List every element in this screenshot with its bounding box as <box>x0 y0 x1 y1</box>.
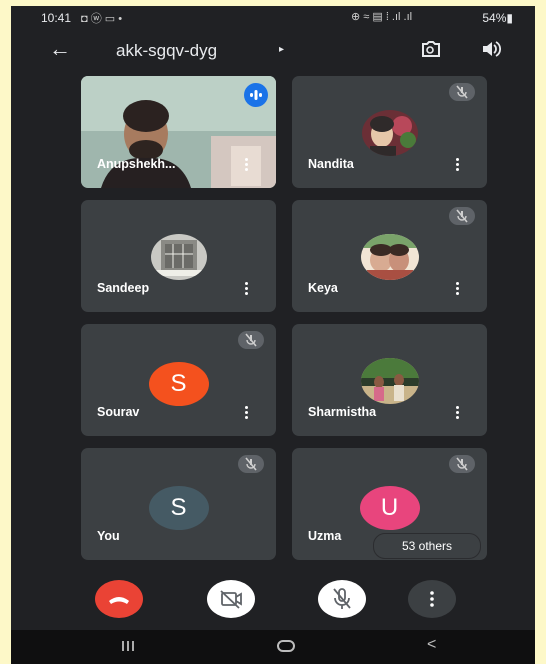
meeting-info-caret-icon[interactable]: ▸ <box>279 44 284 55</box>
participant-photo <box>360 234 419 280</box>
more-options-icon[interactable] <box>242 280 250 298</box>
participant-tile[interactable]: Keya <box>292 200 487 312</box>
participant-name: Sourav <box>97 405 140 419</box>
participant-name: Uzma <box>308 529 342 543</box>
participant-tile[interactable]: Sandeep <box>81 200 276 312</box>
avatar: S <box>148 486 209 530</box>
status-time: 10:41 <box>41 11 72 25</box>
speaking-indicator-icon <box>244 83 268 107</box>
more-options-icon[interactable] <box>242 156 250 174</box>
avatar: S <box>148 362 209 406</box>
nav-back-icon[interactable]: < <box>427 636 436 654</box>
participant-name: Nandita <box>308 157 354 171</box>
switch-camera-icon[interactable] <box>419 38 441 60</box>
mic-off-icon <box>238 455 264 473</box>
participant-tile[interactable]: S Sourav <box>81 324 276 436</box>
participant-name: Sharmistha <box>308 405 377 419</box>
mic-off-icon <box>449 207 475 225</box>
camera-toggle-button[interactable] <box>207 580 255 618</box>
participant-photo <box>361 110 418 156</box>
battery-indicator: 54%▮ <box>482 11 513 25</box>
participant-name: Anupshekh... <box>97 157 176 171</box>
others-count-chip[interactable]: 53 others <box>373 533 481 559</box>
more-options-icon[interactable] <box>453 280 461 298</box>
mic-toggle-button[interactable] <box>318 580 366 618</box>
participant-name: Sandeep <box>97 281 150 295</box>
more-options-icon[interactable] <box>453 404 461 422</box>
avatar: U <box>359 486 420 530</box>
system-nav-bar: < <box>11 630 535 664</box>
back-arrow-icon[interactable]: ← <box>49 38 71 60</box>
speaker-icon[interactable] <box>481 40 501 58</box>
more-options-button[interactable] <box>408 580 456 618</box>
recents-icon[interactable] <box>121 640 135 652</box>
mic-off-icon <box>449 83 475 101</box>
camera-off-icon <box>220 590 242 609</box>
participant-name: You <box>97 529 120 543</box>
meeting-code[interactable]: akk-sgqv-dyg <box>116 41 217 61</box>
mic-off-icon <box>333 588 351 609</box>
status-bar: 10:41 ◘ ⓦ ▭ • ⊕ ≈ ▤ ⁞ .ıl .ıl 54%▮ <box>11 6 535 28</box>
participant-tile[interactable]: Nandita <box>292 76 487 188</box>
participant-photo <box>360 358 419 404</box>
more-vert-icon <box>430 591 434 607</box>
more-options-icon[interactable] <box>453 156 461 174</box>
participant-photo <box>150 234 207 280</box>
signal-icons: ⊕ ≈ ▤ ⁞ .ıl .ıl <box>351 11 413 23</box>
mic-off-icon <box>449 455 475 473</box>
participant-tile[interactable]: Sharmistha <box>292 324 487 436</box>
phone-screen: 10:41 ◘ ⓦ ▭ • ⊕ ≈ ▤ ⁞ .ıl .ıl 54%▮ ← akk… <box>11 6 535 664</box>
notification-icons: ◘ ⓦ ▭ • <box>81 13 123 25</box>
phone-hangup-icon <box>109 597 129 604</box>
more-options-icon[interactable] <box>242 404 250 422</box>
participant-tile[interactable]: Anupshekh... <box>81 76 276 188</box>
home-icon[interactable] <box>277 640 295 652</box>
meeting-top-bar: ← akk-sgqv-dyg ▸ <box>11 36 535 70</box>
participant-tile[interactable]: S You <box>81 448 276 560</box>
mic-off-icon <box>238 331 264 349</box>
end-call-button[interactable] <box>95 580 143 618</box>
participant-name: Keya <box>308 281 338 295</box>
